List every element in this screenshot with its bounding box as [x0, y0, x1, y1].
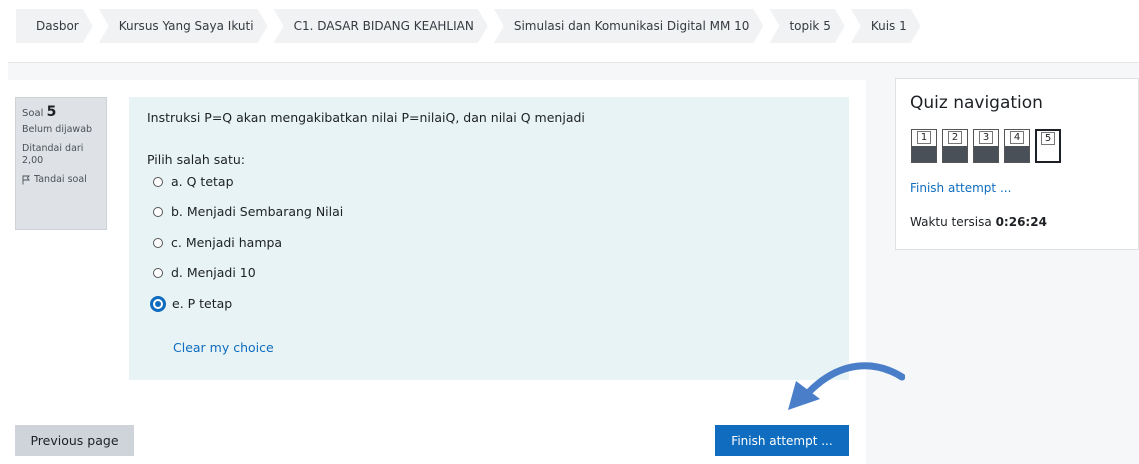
quiz-navigation-block: Quiz navigation 1 2 3 4 5 Finish attempt…: [895, 78, 1139, 250]
question-status: Belum dijawab: [22, 124, 93, 135]
quiz-nav-question-3-number: 3: [978, 131, 994, 144]
answer-option-e-label: e. P tetap: [172, 296, 233, 311]
answer-option-c[interactable]: c. Menjadi hampa: [153, 235, 282, 250]
quiz-nav-question-2[interactable]: 2: [942, 129, 968, 163]
answer-option-d-label: d. Menjadi 10: [171, 265, 256, 280]
flag-icon: [22, 175, 30, 185]
question-content: Instruksi P=Q akan mengakibatkan nilai P…: [129, 97, 849, 380]
breadcrumb-item-category[interactable]: C1. DASAR BIDANG KEAHLIAN: [274, 9, 488, 43]
quiz-nav-question-1-number: 1: [916, 131, 932, 144]
breadcrumb-item-course[interactable]: Simulasi dan Komunikasi Digital MM 10: [494, 9, 764, 43]
question-number: Soal 5: [22, 104, 100, 120]
breadcrumb-item-my-courses[interactable]: Kursus Yang Saya Ikuti: [99, 9, 268, 43]
quiz-nav-question-4[interactable]: 4: [1004, 129, 1030, 163]
breadcrumb: Dasbor Kursus Yang Saya Ikuti C1. DASAR …: [16, 9, 927, 43]
question-number-value: 5: [46, 104, 57, 120]
radio-c[interactable]: [153, 237, 163, 248]
radio-e-selected[interactable]: [152, 297, 164, 310]
answer-prompt: Pilih salah satu:: [147, 152, 245, 167]
answer-option-a-label: a. Q tetap: [171, 174, 234, 189]
answer-option-b[interactable]: b. Menjadi Sembarang Nilai: [153, 204, 343, 219]
answer-option-b-label: b. Menjadi Sembarang Nilai: [171, 204, 344, 219]
quiz-nav-question-3[interactable]: 3: [973, 129, 999, 163]
answer-option-d[interactable]: d. Menjadi 10: [153, 265, 256, 280]
quiz-nav-question-1[interactable]: 1: [911, 129, 937, 163]
time-remaining: Waktu tersisa 0:26:24: [910, 215, 1047, 229]
previous-page-button[interactable]: Previous page: [15, 425, 134, 456]
radio-a[interactable]: [153, 176, 163, 187]
flag-question-label: Tandai soal: [34, 174, 87, 185]
flag-question-link[interactable]: Tandai soal: [22, 174, 100, 186]
finish-attempt-button[interactable]: Finish attempt ...: [715, 425, 849, 456]
time-remaining-value: 0:26:24: [995, 215, 1047, 229]
question-info: Soal 5 Belum dijawab Ditandai dari 2,00 …: [15, 97, 107, 230]
radio-b[interactable]: [153, 206, 163, 217]
finish-attempt-link[interactable]: Finish attempt ...: [910, 181, 1011, 195]
clear-choice-link[interactable]: Clear my choice: [173, 340, 274, 355]
quiz-nav-question-5-number: 5: [1040, 132, 1056, 145]
breadcrumb-item-quiz[interactable]: Kuis 1: [851, 9, 921, 43]
answer-option-c-label: c. Menjadi hampa: [171, 235, 283, 250]
annotation-arrow-icon: [788, 362, 905, 410]
radio-d[interactable]: [153, 267, 163, 278]
time-remaining-label: Waktu tersisa: [910, 215, 992, 229]
answer-option-a[interactable]: a. Q tetap: [153, 174, 234, 189]
quiz-navigation-buttons: 1 2 3 4 5: [911, 129, 1061, 163]
question-text: Instruksi P=Q akan mengakibatkan nilai P…: [147, 110, 585, 125]
quiz-nav-question-5-current[interactable]: 5: [1035, 129, 1061, 163]
breadcrumb-item-dasbor[interactable]: Dasbor: [16, 9, 93, 43]
question-number-label: Soal: [22, 108, 44, 119]
breadcrumb-item-topic[interactable]: topik 5: [769, 9, 844, 43]
quiz-nav-question-2-number: 2: [947, 131, 963, 144]
question-marks: Ditandai dari 2,00: [22, 143, 84, 166]
answer-option-e[interactable]: e. P tetap: [152, 296, 233, 311]
quiz-nav-question-4-number: 4: [1009, 131, 1025, 144]
quiz-navigation-title: Quiz navigation: [910, 93, 1043, 113]
